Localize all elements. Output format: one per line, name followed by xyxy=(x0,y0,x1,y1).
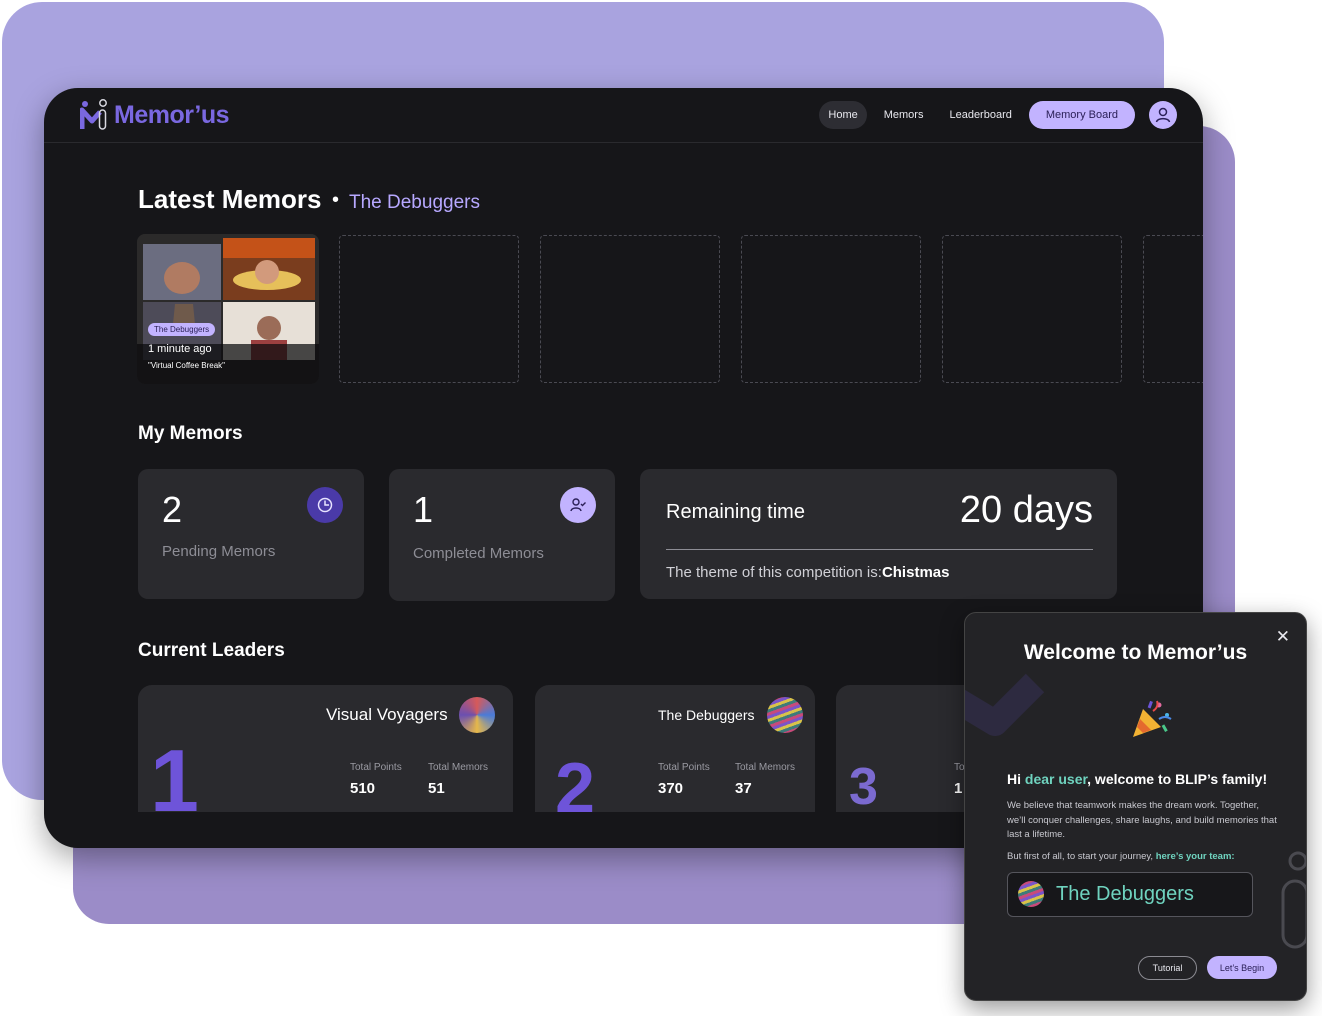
leader-card[interactable]: 2 The Debuggers Total Points Total Memor… xyxy=(535,685,815,812)
theme-value: Chistmas xyxy=(881,564,950,581)
memor-placeholder xyxy=(1143,235,1203,383)
remaining-time-label: Remaining time xyxy=(666,501,805,523)
leader-name: The Debuggers xyxy=(658,707,755,723)
user-avatar[interactable] xyxy=(1149,101,1177,129)
current-leaders-title: Current Leaders xyxy=(138,640,285,661)
completed-label: Completed Memors xyxy=(413,545,544,562)
nav-memory-board-button[interactable]: Memory Board xyxy=(1028,101,1135,129)
team-avatar xyxy=(1018,881,1044,907)
welcome-greeting: Hi dear user, welcome to BLIP’s family! xyxy=(1007,771,1268,787)
memor-time: 1 minute ago xyxy=(148,343,212,355)
completed-memors-card[interactable]: 1 Completed Memors xyxy=(389,469,615,601)
memors-label: Total Memors xyxy=(428,762,489,773)
clock-icon xyxy=(307,487,343,523)
completed-count: 1 xyxy=(413,489,434,530)
logo-icon xyxy=(80,99,107,130)
title-separator: • xyxy=(332,189,340,211)
leader-rank: 3 xyxy=(849,758,878,812)
leader-card[interactable]: 1 Visual Voyagers Total Points Total Mem… xyxy=(138,685,513,812)
my-memors-title: My Memors xyxy=(138,423,243,444)
leader-rank: 1 xyxy=(150,731,199,813)
points-label: To xyxy=(954,762,965,773)
welcome-modal: ✕ Welcome to Memor’us Hi dear user, welc… xyxy=(964,612,1307,1001)
latest-memors-title: Latest Memors xyxy=(138,184,322,214)
pending-memors-card[interactable]: 2 Pending Memors xyxy=(138,469,364,599)
memor-team-badge: The Debuggers xyxy=(148,323,216,336)
user-icon xyxy=(1155,107,1171,123)
logo-text: Memor’us xyxy=(114,100,230,129)
tutorial-button[interactable]: Tutorial xyxy=(1138,956,1197,980)
user-check-icon xyxy=(560,487,596,523)
main-nav: Home Memors Leaderboard Memory Board xyxy=(819,101,1177,129)
welcome-body: We believe that teamwork makes the dream… xyxy=(1007,800,1277,840)
remaining-time-value: 20 days xyxy=(959,489,1093,531)
competition-theme: The theme of this competition is:Chistma… xyxy=(666,564,950,581)
assigned-team-name: The Debuggers xyxy=(1056,883,1194,905)
top-bar: Memor’us Home Memors Leaderboard Memory … xyxy=(44,88,1203,143)
memor-placeholder xyxy=(741,235,921,383)
team-avatar xyxy=(459,697,495,733)
memor-placeholder xyxy=(339,235,519,383)
pending-label: Pending Memors xyxy=(162,543,276,560)
points-label: Total Points xyxy=(350,762,402,773)
memors-label: Total Memors xyxy=(735,762,796,773)
memor-caption: "Virtual Coffee Break" xyxy=(148,361,225,370)
points-value: 1 xyxy=(954,780,963,797)
memors-value: 51 xyxy=(428,780,445,797)
memor-placeholder xyxy=(942,235,1122,383)
lets-begin-button[interactable]: Let’s Begin xyxy=(1207,956,1277,979)
journey-text: But first of all, to start your journey,… xyxy=(1007,851,1235,862)
points-value: 510 xyxy=(350,780,376,797)
modal-title: Welcome to Memor’us xyxy=(1023,641,1248,664)
points-value: 370 xyxy=(658,780,684,797)
memors-value: 37 xyxy=(735,780,752,797)
logo[interactable]: Memor’us xyxy=(80,99,230,131)
pending-count: 2 xyxy=(162,489,183,530)
memor-placeholder xyxy=(540,235,720,383)
divider xyxy=(666,549,1093,550)
assigned-team: The Debuggers xyxy=(1007,872,1253,917)
memor-card[interactable]: The Debuggers 1 minute ago "Virtual Coff… xyxy=(137,234,319,384)
team-avatar xyxy=(767,697,803,733)
party-popper-icon xyxy=(1133,700,1172,737)
leader-name: Visual Voyagers xyxy=(326,705,448,724)
user-name: dear user xyxy=(1024,771,1088,787)
latest-team-name[interactable]: The Debuggers xyxy=(349,192,480,214)
points-label: Total Points xyxy=(658,762,710,773)
leader-rank: 2 xyxy=(555,749,596,812)
nav-memors[interactable]: Memors xyxy=(875,101,933,129)
team-intro: here’s your team: xyxy=(1155,851,1235,862)
nav-home[interactable]: Home xyxy=(819,101,867,129)
nav-leaderboard[interactable]: Leaderboard xyxy=(940,101,1020,129)
remaining-time-card: Remaining time 20 days The theme of this… xyxy=(640,469,1117,599)
